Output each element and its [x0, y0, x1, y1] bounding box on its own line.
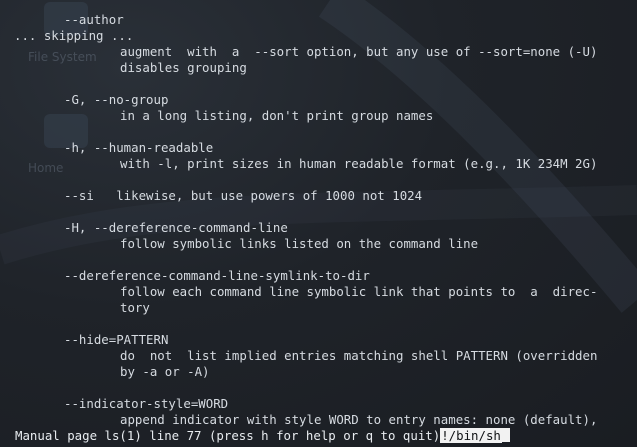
option-dereference-symlink-to-dir: --dereference-command-line-symlink-to-di…	[64, 268, 370, 283]
description-line: in a long listing, don't print group nam…	[120, 108, 434, 123]
option-human-readable: -h, --human-readable	[64, 140, 214, 155]
description-line: by -a or -A)	[120, 364, 210, 379]
pager-command-input[interactable]: !/bin/sh	[440, 428, 502, 443]
description-line: follow symbolic links listed on the comm…	[120, 236, 479, 251]
option-hide: --hide=PATTERN	[64, 332, 169, 347]
description-line: tory	[120, 300, 150, 315]
option-no-group: -G, --no-group	[64, 92, 169, 107]
text-cursor	[501, 428, 510, 442]
description-line: append indicator with style WORD to entr…	[120, 412, 598, 427]
terminal-window[interactable]: File System Home --author ... skipping .…	[0, 0, 637, 447]
option-indicator-style: --indicator-style=WORD	[64, 396, 229, 411]
pager-status-text: Manual page ls(1) line 77 (press h for h…	[15, 428, 441, 443]
skipping-notice: ... skipping ...	[14, 28, 134, 43]
option-author: --author	[64, 12, 124, 27]
description-line: follow each command line symbolic link t…	[120, 284, 598, 299]
description-line: with -l, print sizes in human readable f…	[120, 156, 598, 171]
description-line: augment with a --sort option, but any us…	[120, 44, 598, 59]
pager-status-line[interactable]: Manual page ls(1) line 77 (press h for h…	[15, 428, 510, 444]
desktop-icon-label-file-system: File System	[28, 50, 97, 64]
option-si: --si likewise, but use powers of 1000 no…	[64, 188, 423, 203]
description-line: do not list implied entries matching she…	[120, 348, 598, 363]
desktop-icon-label-home: Home	[28, 161, 64, 175]
description-line: disables grouping	[120, 60, 247, 75]
option-dereference-command-line: -H, --dereference-command-line	[64, 220, 288, 235]
